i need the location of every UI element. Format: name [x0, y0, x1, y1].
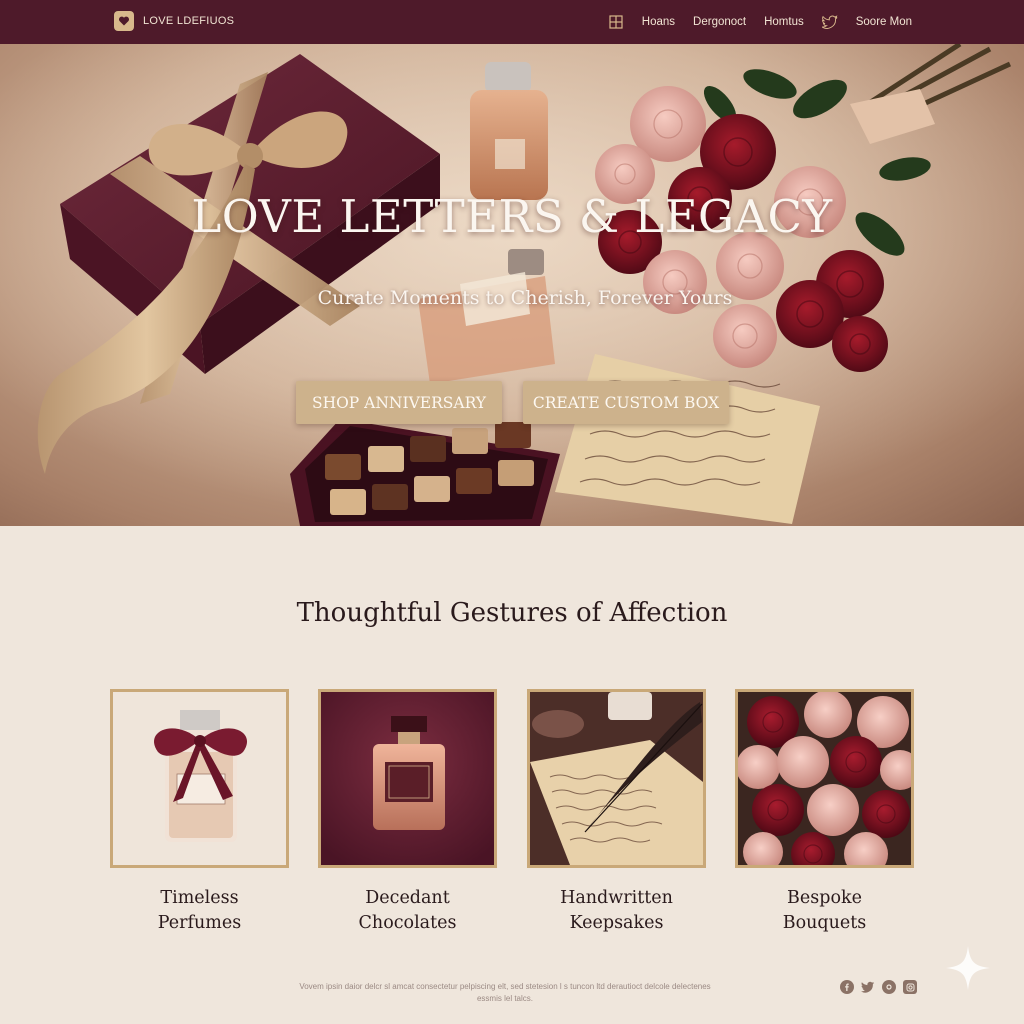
card-label: Decedant Chocolates	[358, 888, 457, 933]
social-links	[840, 980, 917, 994]
perfume-bottle-image[interactable]	[318, 689, 497, 868]
instagram-icon[interactable]	[903, 980, 917, 994]
grid-icon[interactable]	[608, 14, 624, 30]
brand[interactable]: LOVE LDEFIUOS	[114, 11, 234, 31]
facebook-icon[interactable]	[840, 980, 854, 994]
account-link[interactable]: Soore Mon	[856, 16, 912, 28]
hero-banner: LOVE LETTERS & LEGACY Curate Moments to …	[0, 44, 1024, 526]
section-title: Thoughtful Gestures of Affection	[296, 598, 728, 628]
nav-item-2[interactable]: Dergonoct	[693, 16, 746, 28]
brand-name: LOVE LDEFIUOS	[143, 15, 235, 27]
card-label: Handwritten Keepsakes	[560, 888, 673, 933]
roses-bouquet-image[interactable]	[735, 689, 914, 868]
footer-text: Vovem ipsin daior delcr sl amcat consect…	[299, 982, 711, 1003]
sparkle-icon	[946, 946, 990, 990]
hero-subtitle: Curate Moments to Cherish, Forever Yours	[317, 287, 733, 309]
perfume-bow-image[interactable]	[110, 689, 289, 868]
card-label: Timeless Perfumes	[157, 888, 242, 933]
pinterest-icon[interactable]	[882, 980, 896, 994]
heart-logo-icon	[114, 11, 134, 31]
nav-links: Hoans Dergonoct Homtus Soore Mon	[608, 0, 912, 44]
bird-icon[interactable]	[821, 14, 838, 30]
nav-item-3[interactable]: Homtus	[764, 16, 804, 28]
hero-title: LOVE LETTERS & LEGACY	[191, 190, 833, 243]
product-card-keepsakes[interactable]: Handwritten Keepsakes	[527, 689, 706, 936]
create-custom-box-button[interactable]: CREATE CUSTOM BOX	[523, 381, 729, 424]
quill-letter-image[interactable]	[527, 689, 706, 868]
hero-still-life-image	[0, 44, 1024, 526]
product-card-perfumes[interactable]: Timeless Perfumes	[110, 689, 289, 936]
card-label: Bespoke Bouquets	[782, 888, 867, 933]
product-card-bouquets[interactable]: Bespoke Bouquets	[735, 689, 914, 936]
product-card-chocolates[interactable]: Decedant Chocolates	[318, 689, 497, 936]
shop-anniversary-button[interactable]: SHOP ANNIVERSARY	[296, 381, 502, 424]
twitter-icon[interactable]	[861, 980, 875, 994]
nav-item-1[interactable]: Hoans	[642, 16, 675, 28]
top-navigation: LOVE LDEFIUOS Hoans Dergonoct Homtus Soo…	[0, 0, 1024, 44]
